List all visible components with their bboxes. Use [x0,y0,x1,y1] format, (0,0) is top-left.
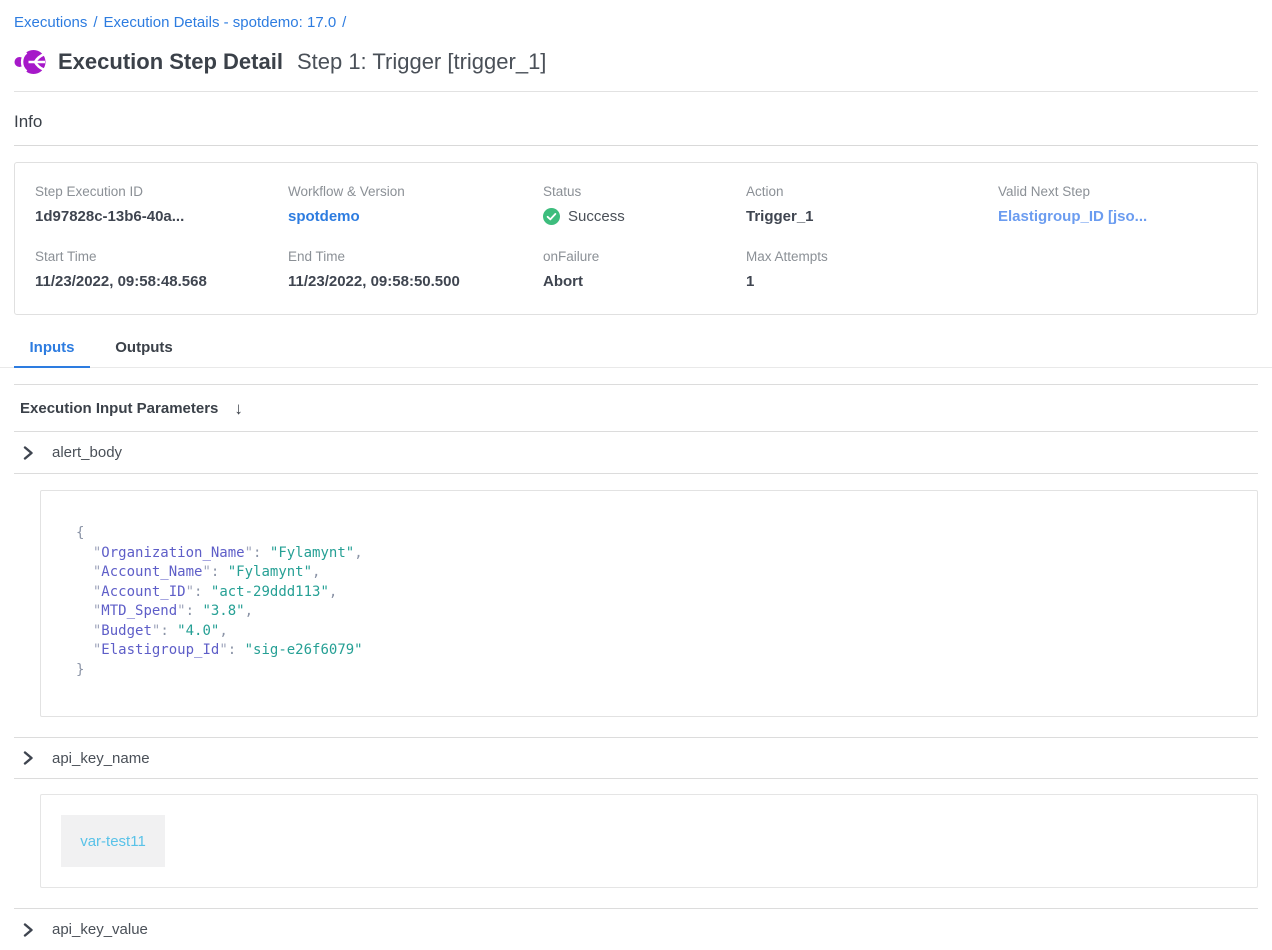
sort-descending-icon[interactable]: ↓ [234,400,243,417]
field-label: Max Attempts [746,249,998,264]
tab-bar: Inputs Outputs [0,331,1272,368]
field-label: Valid Next Step [998,184,1247,199]
info-card: Step Execution ID 1d97828c-13b6-40a... W… [14,162,1258,315]
section-label: api_key_value [52,921,148,938]
info-divider [14,145,1258,146]
execution-input-parameters-title: Execution Input Parameters [20,400,218,417]
breadcrumb-separator: / [93,14,97,31]
field-value: 11/23/2022, 09:58:48.568 [35,273,288,290]
field-label: Workflow & Version [288,184,543,199]
field-end-time: End Time 11/23/2022, 09:58:50.500 [288,249,543,290]
chevron-right-icon [22,446,34,460]
field-label: onFailure [543,249,746,264]
field-workflow-version: Workflow & Version spotdemo [288,184,543,225]
alert-body-json-code: { "Organization_Name": "Fylamynt", "Acco… [76,524,1237,680]
tab-outputs[interactable]: Outputs [106,331,182,368]
field-status: Status Success [543,184,746,225]
execution-parameters: Execution Input Parameters ↓ alert_body … [14,384,1258,950]
breadcrumb-link-execution-details[interactable]: Execution Details - spotdemo: 17.0 [104,14,337,31]
field-value: Trigger_1 [746,208,998,225]
field-label: Start Time [35,249,288,264]
info-section-heading: Info [0,92,1272,145]
page-subtitle: Step 1: Trigger [trigger_1] [297,49,546,75]
breadcrumb-link-executions[interactable]: Executions [14,14,87,31]
section-row-api-key-name[interactable]: api_key_name [14,737,1258,779]
section-row-alert-body[interactable]: alert_body [14,432,1258,474]
field-label: Action [746,184,998,199]
field-max-attempts: Max Attempts 1 [746,249,998,290]
chevron-right-icon [22,751,34,765]
field-value: 11/23/2022, 09:58:50.500 [288,273,543,290]
field-onfailure: onFailure Abort [543,249,746,290]
tab-inputs[interactable]: Inputs [14,331,90,368]
success-check-icon [543,208,560,225]
api-key-name-container: var-test11 [40,794,1258,888]
alert-body-json-container: { "Organization_Name": "Fylamynt", "Acco… [40,490,1258,717]
breadcrumb: Executions / Execution Details - spotdemo:… [0,0,1272,31]
chevron-right-icon [22,923,34,937]
field-value: 1d97828c-13b6-40a... [35,208,288,225]
app-logo-icon [14,47,46,77]
breadcrumb-separator-trailing: / [342,14,346,31]
field-label: Step Execution ID [35,184,288,199]
field-step-execution-id: Step Execution ID 1d97828c-13b6-40a... [35,184,288,225]
page-title: Execution Step Detail [58,49,283,75]
field-value: 1 [746,273,998,290]
field-start-time: Start Time 11/23/2022, 09:58:48.568 [35,249,288,290]
field-label: End Time [288,249,543,264]
workflow-link[interactable]: spotdemo [288,208,543,225]
section-label: alert_body [52,444,122,461]
section-label: api_key_name [52,750,150,767]
field-empty [998,249,1247,290]
api-key-name-value: var-test11 [61,815,165,867]
field-action: Action Trigger_1 [746,184,998,225]
valid-next-step-link[interactable]: Elastigroup_ID [jso... [998,208,1247,225]
section-row-api-key-value[interactable]: api_key_value [14,908,1258,950]
page-header: Execution Step Detail Step 1: Trigger [t… [0,31,1272,91]
status-text: Success [568,208,625,225]
field-label: Status [543,184,746,199]
execution-input-parameters-header: Execution Input Parameters ↓ [14,384,1258,432]
field-value: Abort [543,273,746,290]
field-valid-next-step: Valid Next Step Elastigroup_ID [jso... [998,184,1247,225]
